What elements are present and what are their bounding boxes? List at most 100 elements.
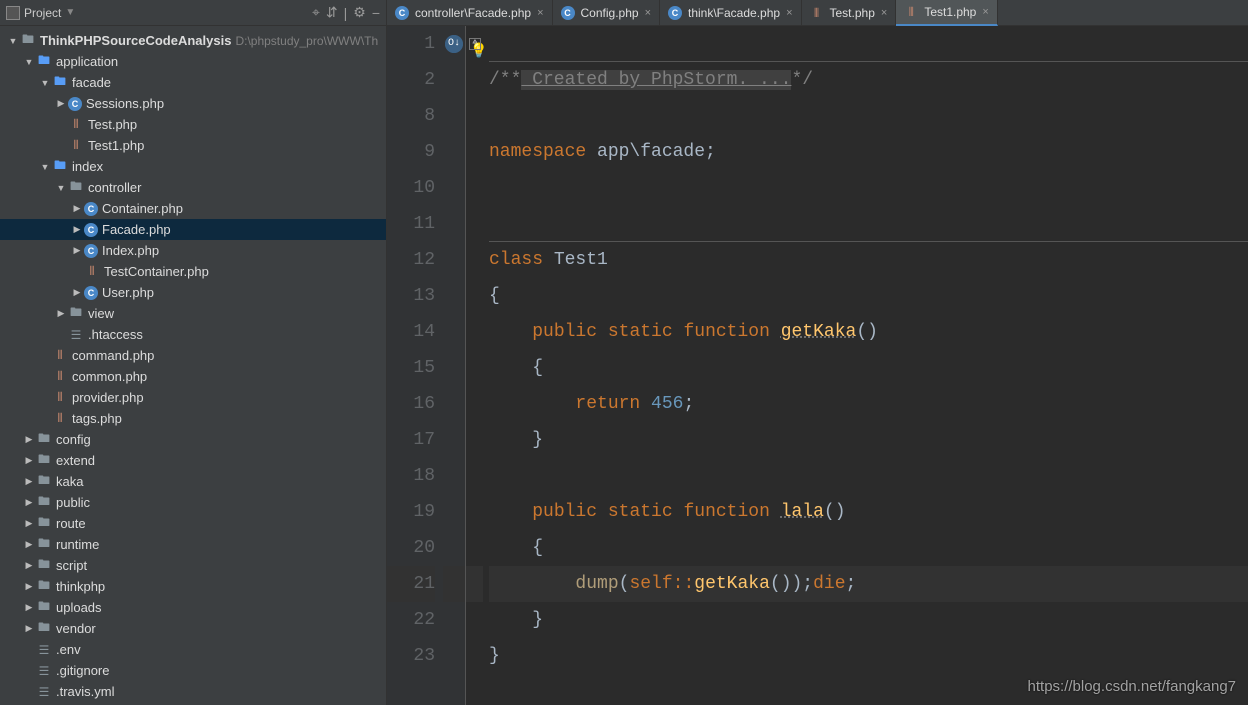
tree-row[interactable]: ⫴tags.php <box>0 408 386 429</box>
expand-arrow-icon[interactable] <box>6 36 20 46</box>
gear-icon[interactable]: ⚙ <box>353 4 366 21</box>
tree-row[interactable]: 🖿kaka <box>0 471 386 492</box>
tree-row[interactable]: 🖿application <box>0 51 386 72</box>
line-number[interactable]: 19 <box>387 494 435 530</box>
tree-row[interactable]: 🖿uploads <box>0 597 386 618</box>
editor-tab[interactable]: ⫴Test1.php× <box>896 0 997 26</box>
arrow-icon[interactable] <box>70 287 84 298</box>
line-number[interactable]: 10 <box>387 170 435 206</box>
arrow-icon[interactable] <box>22 539 36 550</box>
tree-row[interactable]: 🖿config <box>0 429 386 450</box>
line-number[interactable]: 8 <box>387 98 435 134</box>
code-line[interactable]: } <box>489 602 1248 638</box>
tree-row[interactable]: ⫴Test1.php <box>0 135 386 156</box>
project-tree[interactable]: 🖿 ThinkPHPSourceCodeAnalysis D:\phpstudy… <box>0 26 386 705</box>
arrow-icon[interactable] <box>22 518 36 529</box>
code-line[interactable]: return 456; <box>489 386 1248 422</box>
project-title[interactable]: Project <box>24 6 61 20</box>
line-number[interactable]: 11 <box>387 206 435 242</box>
tree-row[interactable]: 🖿thinkphp <box>0 576 386 597</box>
tree-row[interactable]: ⫴Test.php <box>0 114 386 135</box>
line-number[interactable]: 22 <box>387 602 435 638</box>
tree-row[interactable]: ⫴TestContainer.php <box>0 261 386 282</box>
line-number[interactable]: 23 <box>387 638 435 674</box>
code-line[interactable] <box>489 170 1248 206</box>
code-line[interactable]: } <box>489 422 1248 458</box>
line-number[interactable]: 9 <box>387 134 435 170</box>
tree-row[interactable]: 🖿script <box>0 555 386 576</box>
arrow-icon[interactable] <box>22 57 36 67</box>
code-line[interactable] <box>489 458 1248 494</box>
arrow-icon[interactable] <box>70 203 84 214</box>
line-number[interactable]: 13 <box>387 278 435 314</box>
code-line[interactable]: { <box>489 530 1248 566</box>
collapse-icon[interactable]: ⇵ <box>326 4 338 21</box>
tree-row[interactable]: CIndex.php <box>0 240 386 261</box>
editor-tab[interactable]: Ccontroller\Facade.php× <box>387 0 553 26</box>
tree-row[interactable]: ⫴command.php <box>0 345 386 366</box>
arrow-icon[interactable] <box>22 602 36 613</box>
line-number[interactable]: 16 <box>387 386 435 422</box>
code-line[interactable]: dump(self::getKaka());die; <box>489 566 1248 602</box>
line-number[interactable]: 18 <box>387 458 435 494</box>
chevron-down-icon[interactable]: ▼ <box>65 7 75 18</box>
line-number[interactable]: 17 <box>387 422 435 458</box>
code-line[interactable] <box>489 26 1248 62</box>
tree-row[interactable]: ☰.gitignore <box>0 660 386 681</box>
editor-tab[interactable]: ⫴Test.php× <box>802 0 897 26</box>
code-line[interactable]: namespace app\facade; <box>489 134 1248 170</box>
arrow-icon[interactable] <box>22 455 36 466</box>
tree-row[interactable]: ⫴common.php <box>0 366 386 387</box>
tree-row[interactable]: 🖿view <box>0 303 386 324</box>
code-line[interactable] <box>489 206 1248 242</box>
arrow-icon[interactable] <box>70 224 84 235</box>
line-number[interactable]: 15 <box>387 350 435 386</box>
override-icon[interactable]: O↓ <box>445 35 463 53</box>
close-icon[interactable]: × <box>786 7 792 19</box>
tree-root[interactable]: 🖿 ThinkPHPSourceCodeAnalysis D:\phpstudy… <box>0 30 386 51</box>
tree-row[interactable]: ⫴provider.php <box>0 387 386 408</box>
fold-icon[interactable]: ⌃ <box>469 38 481 50</box>
arrow-icon[interactable] <box>70 245 84 256</box>
arrow-icon[interactable] <box>22 476 36 487</box>
line-number[interactable]: 1 <box>387 26 435 62</box>
close-icon[interactable]: × <box>881 7 887 19</box>
code-line[interactable] <box>489 98 1248 134</box>
tree-row[interactable]: 🖿extend <box>0 450 386 471</box>
arrow-icon[interactable] <box>22 497 36 508</box>
tree-row[interactable]: ☰.env <box>0 639 386 660</box>
tree-row[interactable]: 🖿vendor <box>0 618 386 639</box>
arrow-icon[interactable] <box>22 434 36 445</box>
line-number[interactable]: 20 <box>387 530 435 566</box>
code-line[interactable]: { <box>489 278 1248 314</box>
tree-row[interactable]: ☰.htaccess <box>0 324 386 345</box>
code-content[interactable]: /** Created by PhpStorm. ...*/ namespace … <box>483 26 1248 705</box>
editor-tab[interactable]: Cthink\Facade.php× <box>660 0 802 26</box>
tree-row[interactable]: 🖿runtime <box>0 534 386 555</box>
tree-row[interactable]: ☰.travis.yml <box>0 681 386 702</box>
tree-row[interactable]: 🖿route <box>0 513 386 534</box>
editor-tab[interactable]: CConfig.php× <box>553 0 660 26</box>
code-line[interactable]: } <box>489 638 1248 674</box>
code-line[interactable]: public static function getKaka() <box>489 314 1248 350</box>
line-number[interactable]: 2 <box>387 62 435 98</box>
close-icon[interactable]: × <box>645 7 651 19</box>
code-line[interactable]: class Test1 <box>489 242 1248 278</box>
arrow-icon[interactable] <box>22 560 36 571</box>
tree-row[interactable]: CUser.php <box>0 282 386 303</box>
code-line[interactable]: { <box>489 350 1248 386</box>
tree-row[interactable]: 🖿controller <box>0 177 386 198</box>
arrow-icon[interactable] <box>22 581 36 592</box>
arrow-icon[interactable] <box>54 98 68 109</box>
arrow-icon[interactable] <box>38 162 52 172</box>
arrow-icon[interactable] <box>38 78 52 88</box>
tree-row[interactable]: CFacade.php <box>0 219 386 240</box>
line-number[interactable]: 21 <box>387 566 435 602</box>
tree-row[interactable]: 🖿public <box>0 492 386 513</box>
code-line[interactable]: /** Created by PhpStorm. ...*/ <box>489 62 1248 98</box>
tree-row[interactable]: 🖿facade <box>0 72 386 93</box>
arrow-icon[interactable] <box>54 183 68 193</box>
close-icon[interactable]: × <box>982 6 988 18</box>
code-editor[interactable]: 12891011121314151617181920212223 O↓O↓ +−… <box>387 26 1248 705</box>
line-number[interactable]: 14 <box>387 314 435 350</box>
